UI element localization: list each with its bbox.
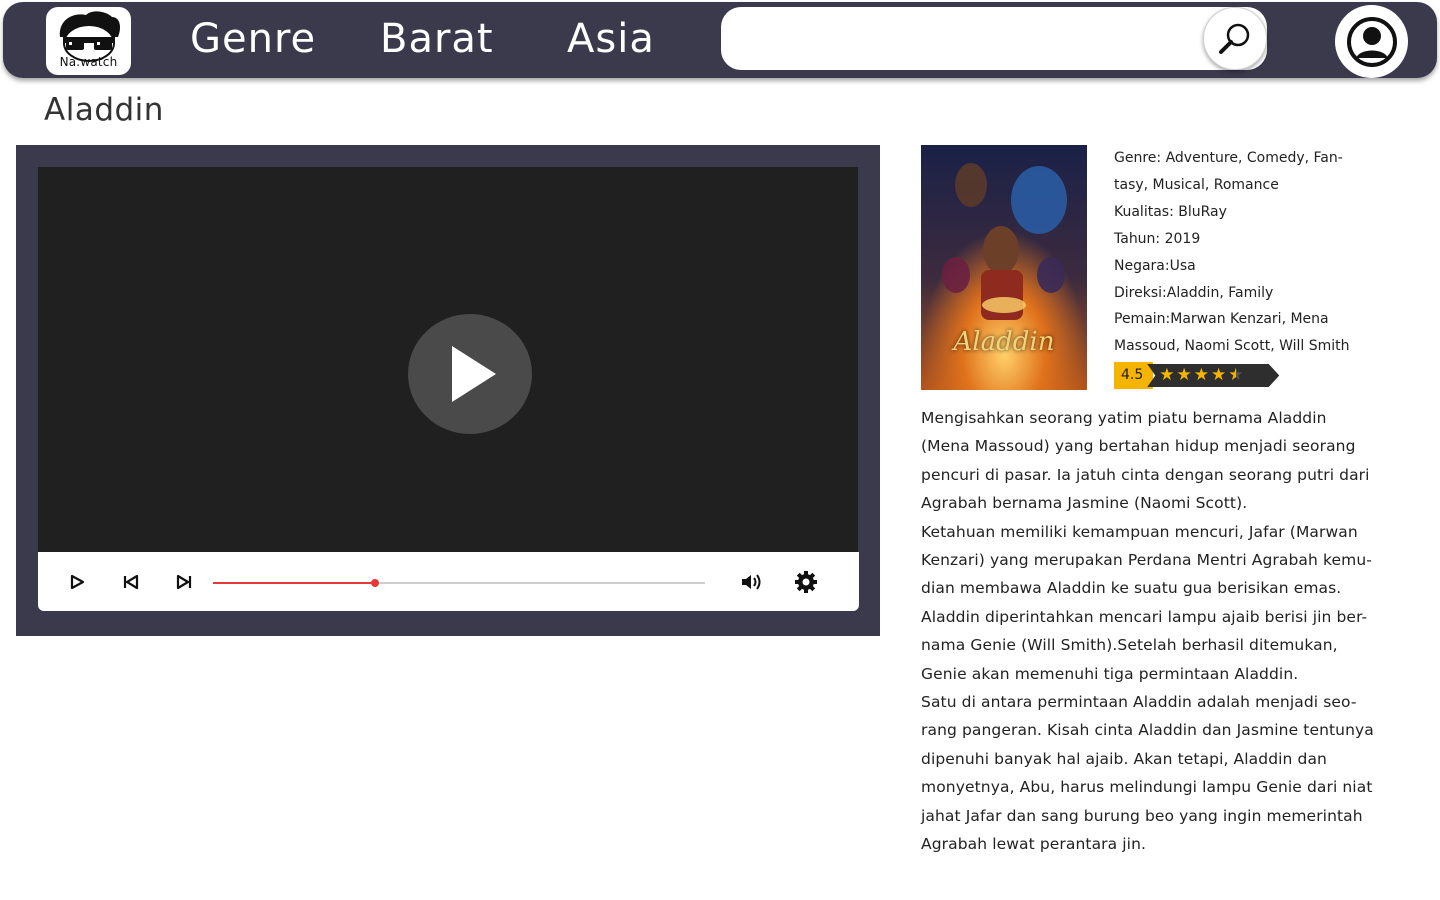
play-icon [70,574,85,590]
half-star-icon: ★ [1228,365,1244,385]
movie-info: Genre: Adventure, Comedy, Fan- tasy, Mus… [1114,145,1414,360]
info-genre-cont: tasy, Musical, Romance [1114,176,1279,193]
video-screen[interactable] [38,167,858,555]
nav-link-barat[interactable]: Barat [380,16,494,62]
user-icon [1346,16,1397,67]
synopsis-line: Ketahuan memiliki kemampuan mencuri, Jaf… [921,522,1358,541]
movie-poster[interactable]: Aladdin [921,145,1087,390]
search-box [721,7,1267,70]
synopsis-line: pencuri di pasar. Ia jatuh cinta dengan … [921,465,1370,484]
synopsis-line: Agrabah bernama Jasmine (Naomi Scott). [921,494,1248,513]
synopsis-line: Kenzari) yang merupakan Perdana Mentri A… [921,551,1372,570]
synopsis-line: dipenuhi banyak hal ajaib. Akan tetapi, … [921,749,1327,768]
skip-forward-button[interactable] [171,569,197,595]
poster-title: Aladdin [953,327,1055,357]
progress-thumb[interactable] [371,579,380,587]
skip-back-icon [123,574,139,590]
synopsis-line: Aladdin diperintahkan mencari lampu ajai… [921,607,1368,626]
nav-link-genre[interactable]: Genre [190,16,316,62]
search-icon [1219,23,1250,54]
progress-fill [213,582,376,584]
play-icon [452,346,496,402]
big-play-button[interactable] [408,314,532,434]
info-cast-cont: Massoud, Naomi Scott, Will Smith [1114,338,1350,355]
info-year: Tahun: 2019 [1114,230,1201,247]
synopsis-line: dian membawa Aladdin ke suatu gua berisi… [921,579,1342,598]
rating-score: 4.5 [1114,362,1154,389]
rating-stars: ★ ★ ★ ★ ★ [1147,364,1280,387]
user-avatar-button[interactable] [1335,5,1408,78]
synopsis: Mengisahkan seorang yatim piatu bernama … [921,404,1396,859]
play-button[interactable] [64,569,90,595]
star-icon: ★ [1159,365,1175,385]
info-country: Negara:Usa [1114,257,1196,274]
synopsis-line: Agrabah lewat perantara jin. [921,835,1147,854]
search-input[interactable] [737,19,1197,57]
search-button[interactable] [1203,7,1267,70]
page-title: Aladdin [44,92,164,128]
synopsis-line: Mengisahkan seorang yatim piatu bernama … [921,409,1327,427]
volume-button[interactable] [739,569,765,595]
star-icon: ★ [1176,365,1192,385]
top-navbar: Na.watch Genre Barat Asia [3,2,1437,78]
info-quality: Kualitas: BluRay [1114,203,1227,220]
progress-bar[interactable] [213,579,705,587]
volume-icon [742,574,761,590]
info-cast: Pemain:Marwan Kenzari, Mena [1114,311,1329,328]
synopsis-line: monyetnya, Abu, harus melindungi lampu G… [921,778,1373,797]
skip-back-button[interactable] [118,569,144,595]
video-player [16,145,880,636]
synopsis-line: Genie akan memenuhi tiga permintaan Alad… [921,664,1299,683]
logo[interactable]: Na.watch [46,7,131,75]
settings-button[interactable] [793,569,819,595]
synopsis-line: nama Genie (Will Smith).Setelah berhasil… [921,636,1338,655]
settings-icon [795,571,817,593]
star-icon: ★ [1193,365,1210,385]
info-director: Direksi:Aladdin, Family [1114,284,1274,301]
synopsis-line: (Mena Massoud) yang bertahan hidup menja… [921,437,1356,456]
synopsis-line: rang pangeran. Kisah cinta Aladdin dan J… [921,721,1374,740]
rating: 4.5 ★ ★ ★ ★ ★ [1114,362,1280,389]
star-icon: ★ [1211,365,1227,385]
player-controls [38,552,859,611]
logo-text: Na.watch [59,55,118,69]
skip-forward-icon [176,574,192,590]
nav-link-asia[interactable]: Asia [567,16,655,62]
info-genre: Genre: Adventure, Comedy, Fan- [1114,150,1343,166]
synopsis-line: jahat Jafar dan sang burung beo yang ing… [921,806,1363,825]
synopsis-line: Satu di antara permintaan Aladdin adalah… [921,693,1357,712]
